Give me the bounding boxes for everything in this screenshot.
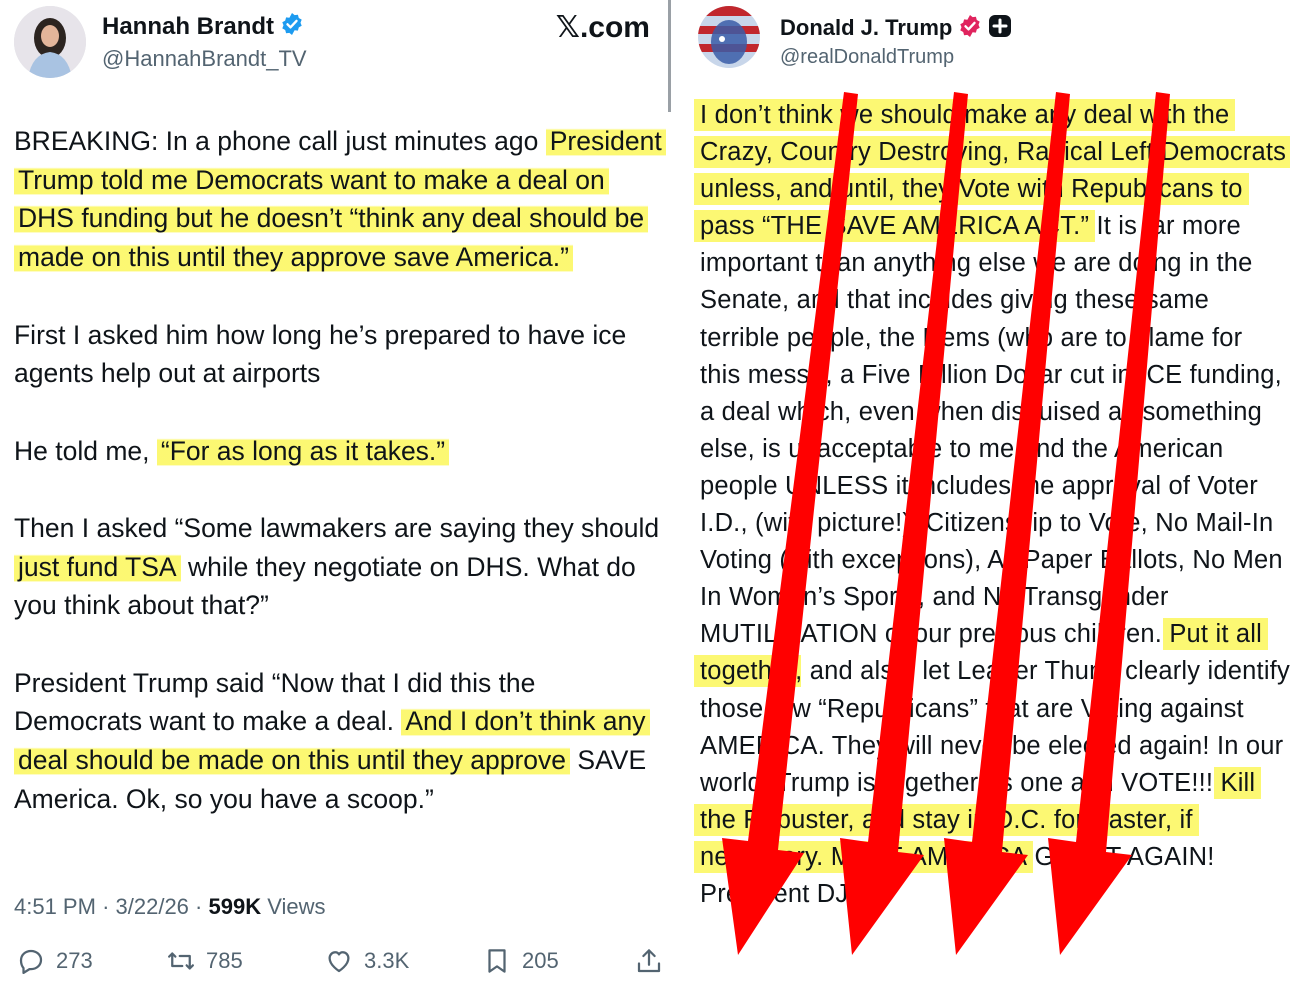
bookmark-button[interactable]: 205: [482, 946, 559, 976]
author-handle[interactable]: @HannahBrandt_TV: [102, 46, 307, 72]
left-tweet-panel: Hannah Brandt @HannahBrandt_TV 𝕏.com BRE…: [0, 0, 668, 986]
scroll-divider: [668, 0, 671, 112]
share-button[interactable]: [634, 946, 664, 976]
author-name-text[interactable]: Hannah Brandt: [102, 13, 274, 40]
meta-separator: ·: [102, 894, 110, 919]
tweet-meta: 4:51 PM · 3/22/26 · 599K Views: [14, 894, 326, 920]
tweet-paragraph-5: President Trump said “Now that I did thi…: [14, 664, 664, 819]
share-icon: [637, 949, 661, 973]
x-logo: 𝕏.com: [555, 11, 650, 44]
tweet-date[interactable]: 3/22/26: [116, 894, 189, 919]
like-button[interactable]: 3.3K: [324, 946, 409, 976]
author-avatar[interactable]: [14, 6, 86, 78]
right-post-panel: Donald J. Trump @realDonaldTrump I don’t…: [676, 0, 1290, 986]
like-count: 3.3K: [364, 948, 410, 973]
author-name-text[interactable]: Donald J. Trump: [780, 15, 952, 40]
verified-badge-icon: [280, 12, 304, 43]
post-body: I don’t think we should make any deal wi…: [694, 97, 1290, 913]
author-avatar[interactable]: [698, 6, 760, 68]
heart-icon: [328, 951, 350, 973]
repost-icon: [168, 952, 194, 970]
reply-button[interactable]: 273: [16, 946, 93, 976]
tweet-actions: 273 785 3.3K 205: [14, 946, 664, 986]
bookmark-icon: [488, 949, 506, 973]
repost-button[interactable]: 785: [166, 946, 243, 976]
author-handle[interactable]: @realDonaldTrump: [780, 46, 954, 69]
reply-count: 273: [56, 948, 93, 973]
tweet-paragraph-1: BREAKING: In a phone call just minutes a…: [14, 122, 666, 277]
highlighted-text: “For as long as it takes.”: [156, 435, 450, 466]
views-count: 599K: [208, 894, 262, 919]
tweet-paragraph-3: He told me, “For as long as it takes.”: [14, 432, 664, 471]
verified-badge-icon: [958, 14, 982, 44]
tweet-time[interactable]: 4:51 PM: [14, 894, 96, 919]
tweet-paragraph-4: Then I asked “Some lawmakers are saying …: [14, 512, 660, 621]
reply-icon: [19, 949, 43, 974]
highlighted-text: just fund TSA: [14, 551, 181, 582]
plus-badge-icon: [988, 14, 1012, 44]
tweet-paragraph-2: First I asked him how long he’s prepared…: [14, 319, 627, 389]
author-name[interactable]: Donald J. Trump: [780, 14, 1012, 44]
author-name[interactable]: Hannah Brandt: [102, 12, 304, 43]
repost-count: 785: [206, 948, 243, 973]
meta-separator: ·: [195, 894, 203, 919]
bookmark-count: 205: [522, 948, 559, 973]
views-label: Views: [267, 894, 326, 919]
tweet-body: BREAKING: In a phone call just minutes a…: [14, 122, 666, 857]
